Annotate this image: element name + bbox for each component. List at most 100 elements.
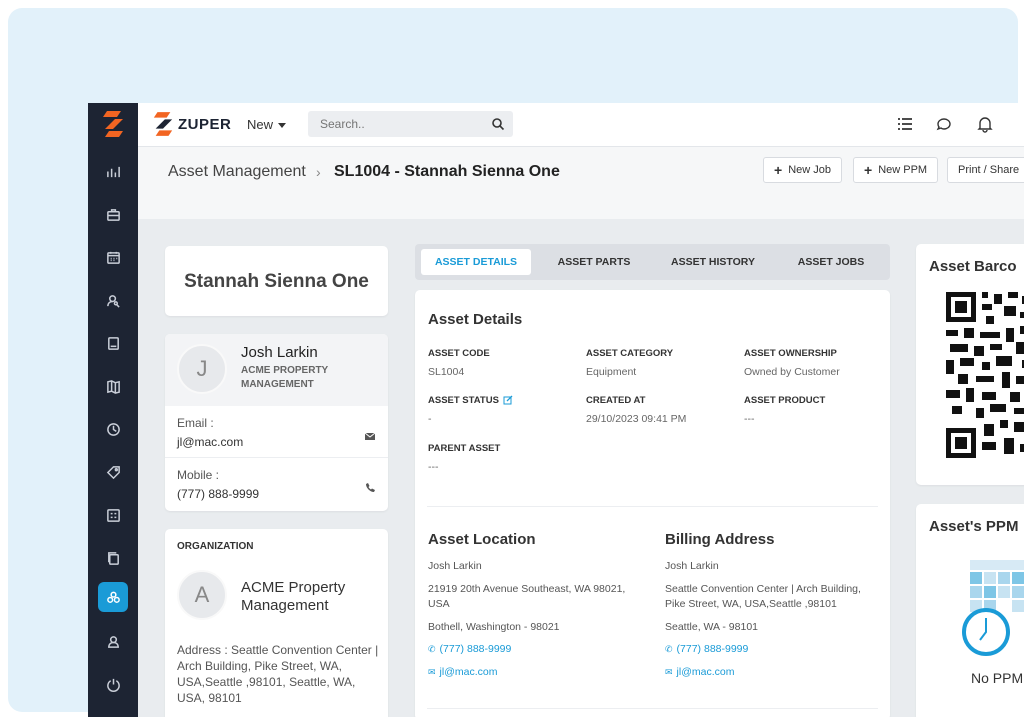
- sidebar-item-customers[interactable]: [98, 285, 128, 315]
- avatar: J: [177, 344, 227, 394]
- billing-email-link[interactable]: ✉ jl@mac.com: [665, 666, 734, 678]
- top-bar: ZUPER New 2: [138, 103, 1024, 147]
- billing-city: Seattle, WA - 98101: [665, 621, 758, 633]
- briefcase-icon: [106, 208, 120, 221]
- brand-name: ZUPER: [178, 115, 232, 133]
- power-icon: [106, 678, 120, 692]
- zuper-logo-icon[interactable]: [101, 111, 125, 137]
- sidebar-item-reports[interactable]: [98, 500, 128, 530]
- page-title: SL1004 - Stannah Sienna One: [334, 163, 560, 180]
- asset-ownership-label: ASSET OWNERSHIP: [744, 348, 837, 359]
- created-at-value: 29/10/2023 09:41 PM: [586, 413, 687, 425]
- mobile-value[interactable]: (777) 888-9999: [177, 487, 376, 501]
- chat-icon[interactable]: [935, 115, 953, 133]
- location-phone: (777) 888-9999: [439, 643, 512, 655]
- asset-code-label: ASSET CODE: [428, 348, 490, 359]
- sidebar-rail: [88, 103, 138, 717]
- organization-card: ORGANIZATION A ACME Property Management …: [165, 529, 388, 717]
- new-job-button[interactable]: + New Job: [763, 157, 842, 183]
- asset-code-value: SL1004: [428, 366, 465, 378]
- envelope-icon[interactable]: [364, 430, 376, 442]
- sidebar-item-calendar[interactable]: [98, 242, 128, 272]
- asset-ppm-card: Asset's PPM No PPM: [916, 504, 1024, 717]
- print-share-button[interactable]: Print / Share: [947, 157, 1024, 183]
- billing-address-line1: Seattle Convention Center | Arch Buildin…: [665, 583, 861, 595]
- search-icon[interactable]: [491, 117, 505, 131]
- billing-address-line2: Pike Street, WA, USA,Seattle ,98101: [665, 598, 837, 610]
- tag-icon: [106, 465, 120, 479]
- new-dropdown[interactable]: New: [247, 117, 287, 132]
- contact-name[interactable]: Josh Larkin: [241, 344, 318, 361]
- billing-phone-link[interactable]: ✆ (777) 888-9999: [665, 643, 748, 655]
- new-dropdown-label: New: [247, 117, 274, 132]
- asset-product-value: ---: [744, 413, 755, 425]
- organization-label: ORGANIZATION: [177, 541, 254, 552]
- location-name: Josh Larkin: [428, 560, 482, 572]
- sidebar-item-jobs[interactable]: [98, 199, 128, 229]
- billing-name: Josh Larkin: [665, 560, 719, 572]
- new-job-label: New Job: [788, 164, 831, 176]
- search-input[interactable]: [308, 111, 513, 137]
- asset-status-value: -: [428, 413, 432, 425]
- user-icon: [107, 635, 119, 648]
- asset-name-card: Stannah Sienna One: [165, 246, 388, 316]
- tab-asset-parts[interactable]: ASSET PARTS: [539, 249, 649, 275]
- phone-icon: ✆: [428, 643, 436, 654]
- brand[interactable]: ZUPER: [152, 111, 231, 137]
- plus-icon: +: [864, 162, 873, 178]
- asset-category-label: ASSET CATEGORY: [586, 348, 674, 359]
- bar-chart-icon: [106, 166, 120, 177]
- new-ppm-button[interactable]: + New PPM: [853, 157, 939, 183]
- sidebar-item-timesheets[interactable]: [98, 414, 128, 444]
- new-ppm-label: New PPM: [878, 164, 928, 176]
- contact-header: J Josh Larkin ACME PROPERTY MANAGEMENT: [165, 334, 388, 406]
- email-label: Email :: [177, 416, 214, 430]
- sidebar-item-dashboard[interactable]: [98, 156, 128, 186]
- asset-tabs: ASSET DETAILS ASSET PARTS ASSET HISTORY …: [415, 244, 890, 280]
- sidebar-item-assets[interactable]: [98, 582, 128, 612]
- organization-avatar: A: [177, 570, 227, 620]
- tab-asset-jobs[interactable]: ASSET JOBS: [777, 249, 885, 275]
- document-icon: [107, 336, 119, 350]
- assets-icon: [106, 591, 120, 603]
- organization-address: Address : Seattle Convention Center | Ar…: [177, 643, 379, 705]
- organization-name[interactable]: ACME Property Management: [241, 579, 371, 615]
- asset-details-card: Asset Details ASSET CODE SL1004 ASSET CA…: [415, 290, 890, 717]
- grid-icon: [106, 508, 120, 522]
- asset-status-label: ASSET STATUS: [428, 395, 499, 406]
- sidebar-item-tags[interactable]: [98, 457, 128, 487]
- zuper-brand-icon: [153, 112, 173, 136]
- edit-icon[interactable]: [503, 395, 513, 405]
- location-email: jl@mac.com: [439, 666, 498, 678]
- list-icon[interactable]: [896, 115, 914, 133]
- phone-icon: ✆: [665, 643, 673, 654]
- location-address-line2: USA: [428, 598, 450, 610]
- sidebar-item-logout[interactable]: [98, 669, 128, 699]
- phone-icon[interactable]: [364, 482, 376, 494]
- contact-org: ACME PROPERTY MANAGEMENT: [241, 365, 329, 390]
- asset-location-title: Asset Location: [428, 531, 536, 548]
- bell-icon[interactable]: [976, 115, 994, 133]
- tab-asset-details[interactable]: ASSET DETAILS: [421, 249, 531, 275]
- mobile-label: Mobile :: [177, 468, 220, 482]
- sidebar-item-map[interactable]: [98, 371, 128, 401]
- clock-icon: [106, 422, 120, 436]
- barcode-title: Asset Barco: [929, 258, 1017, 275]
- caret-down-icon: [278, 123, 287, 129]
- details-title: Asset Details: [428, 311, 523, 328]
- location-email-link[interactable]: ✉ jl@mac.com: [428, 666, 497, 678]
- sidebar-item-users[interactable]: [98, 626, 128, 656]
- asset-category-value: Equipment: [586, 366, 637, 378]
- no-ppm-text: No PPM: [971, 670, 1024, 686]
- qr-code-image: [946, 292, 1024, 458]
- sidebar-item-documents[interactable]: [98, 543, 128, 573]
- user-search-icon: [106, 294, 120, 308]
- location-phone-link[interactable]: ✆ (777) 888-9999: [428, 643, 511, 655]
- email-value[interactable]: jl@mac.com: [177, 435, 376, 449]
- breadcrumb-root[interactable]: Asset Management: [168, 163, 306, 181]
- asset-title: Stannah Sienna One: [184, 270, 369, 292]
- asset-barcode-card: Asset Barco: [916, 244, 1024, 485]
- breadcrumb-separator: ›: [316, 164, 321, 180]
- tab-asset-history[interactable]: ASSET HISTORY: [655, 249, 771, 275]
- sidebar-item-invoices[interactable]: [98, 328, 128, 358]
